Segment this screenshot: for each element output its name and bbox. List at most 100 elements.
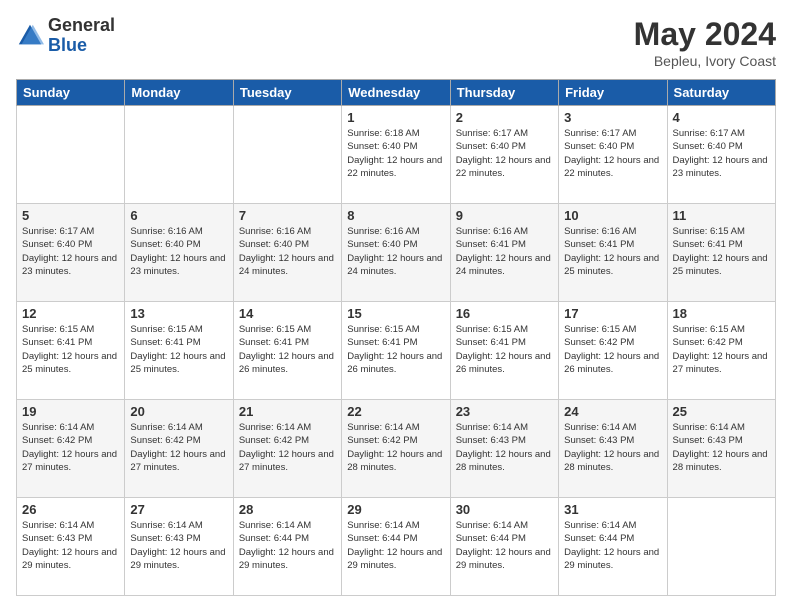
logo-blue: Blue [48, 35, 87, 55]
calendar-cell: 31Sunrise: 6:14 AM Sunset: 6:44 PM Dayli… [559, 498, 667, 596]
calendar-cell [667, 498, 775, 596]
month-title: May 2024 [634, 16, 776, 53]
calendar-cell: 8 Sunrise: 6:16 AM Sunset: 6:40 PM Daylig… [342, 204, 450, 302]
col-thursday: Thursday [450, 80, 558, 106]
calendar-cell: 13 Sunrise: 6:15 AM Sunset: 6:41 PM Dayli… [125, 302, 233, 400]
logo-general: General [48, 15, 115, 35]
calendar-cell: 12 Sunrise: 6:15 AM Sunset: 6:41 PM Dayli… [17, 302, 125, 400]
day-info: Sunrise: 6:14 AM Sunset: 6:43 PM Dayligh… [456, 421, 553, 474]
calendar-cell: 22 Sunrise: 6:14 AM Sunset: 6:42 PM Dayli… [342, 400, 450, 498]
day-number: 27 [130, 502, 227, 517]
calendar-cell: 21Sunrise: 6:14 AM Sunset: 6:42 PM Dayli… [233, 400, 341, 498]
day-info: Sunrise: 6:15 AM Sunset: 6:41 PM Dayligh… [130, 323, 227, 376]
day-info: Sunrise: 6:15 AM Sunset: 6:41 PM Dayligh… [239, 323, 336, 376]
day-info: Sunrise: 6:15 AM Sunset: 6:42 PM Dayligh… [564, 323, 661, 376]
day-info: Sunrise: 6:16 AM Sunset: 6:40 PM Dayligh… [347, 225, 444, 278]
day-number: 20 [130, 404, 227, 419]
day-number: 29 [347, 502, 444, 517]
day-number: 31 [564, 502, 661, 517]
day-number: 4 [673, 110, 770, 125]
col-friday: Friday [559, 80, 667, 106]
day-number: 1 [347, 110, 444, 125]
calendar-cell: 27Sunrise: 6:14 AM Sunset: 6:43 PM Dayli… [125, 498, 233, 596]
calendar-week-0: 1 Sunrise: 6:18 AM Sunset: 6:40 PM Daylig… [17, 106, 776, 204]
day-info: Sunrise: 6:15 AM Sunset: 6:41 PM Dayligh… [673, 225, 770, 278]
col-saturday: Saturday [667, 80, 775, 106]
day-info: Sunrise: 6:16 AM Sunset: 6:40 PM Dayligh… [239, 225, 336, 278]
day-number: 12 [22, 306, 119, 321]
calendar-week-2: 12 Sunrise: 6:15 AM Sunset: 6:41 PM Dayli… [17, 302, 776, 400]
day-number: 16 [456, 306, 553, 321]
day-info: Sunrise: 6:15 AM Sunset: 6:41 PM Dayligh… [22, 323, 119, 376]
title-block: May 2024 Bepleu, Ivory Coast [634, 16, 776, 69]
calendar-week-3: 19Sunrise: 6:14 AM Sunset: 6:42 PM Dayli… [17, 400, 776, 498]
day-number: 3 [564, 110, 661, 125]
calendar-cell: 11 Sunrise: 6:15 AM Sunset: 6:41 PM Dayli… [667, 204, 775, 302]
day-info: Sunrise: 6:14 AM Sunset: 6:43 PM Dayligh… [673, 421, 770, 474]
calendar-cell: 25 Sunrise: 6:14 AM Sunset: 6:43 PM Dayli… [667, 400, 775, 498]
col-wednesday: Wednesday [342, 80, 450, 106]
day-info: Sunrise: 6:14 AM Sunset: 6:43 PM Dayligh… [564, 421, 661, 474]
day-number: 22 [347, 404, 444, 419]
calendar-cell: 4 Sunrise: 6:17 AM Sunset: 6:40 PM Daylig… [667, 106, 775, 204]
day-info: Sunrise: 6:17 AM Sunset: 6:40 PM Dayligh… [564, 127, 661, 180]
calendar-cell: 23 Sunrise: 6:14 AM Sunset: 6:43 PM Dayli… [450, 400, 558, 498]
calendar-cell: 18Sunrise: 6:15 AM Sunset: 6:42 PM Dayli… [667, 302, 775, 400]
calendar-week-1: 5 Sunrise: 6:17 AM Sunset: 6:40 PM Daylig… [17, 204, 776, 302]
calendar-cell: 14 Sunrise: 6:15 AM Sunset: 6:41 PM Dayli… [233, 302, 341, 400]
calendar-cell: 10Sunrise: 6:16 AM Sunset: 6:41 PM Dayli… [559, 204, 667, 302]
calendar-cell: 5 Sunrise: 6:17 AM Sunset: 6:40 PM Daylig… [17, 204, 125, 302]
day-info: Sunrise: 6:14 AM Sunset: 6:42 PM Dayligh… [130, 421, 227, 474]
calendar-cell: 3 Sunrise: 6:17 AM Sunset: 6:40 PM Daylig… [559, 106, 667, 204]
calendar-header-row: Sunday Monday Tuesday Wednesday Thursday… [17, 80, 776, 106]
day-info: Sunrise: 6:16 AM Sunset: 6:41 PM Dayligh… [456, 225, 553, 278]
calendar-cell: 16Sunrise: 6:15 AM Sunset: 6:41 PM Dayli… [450, 302, 558, 400]
day-number: 7 [239, 208, 336, 223]
day-number: 24 [564, 404, 661, 419]
day-info: Sunrise: 6:14 AM Sunset: 6:42 PM Dayligh… [239, 421, 336, 474]
day-info: Sunrise: 6:18 AM Sunset: 6:40 PM Dayligh… [347, 127, 444, 180]
calendar-cell [233, 106, 341, 204]
day-info: Sunrise: 6:17 AM Sunset: 6:40 PM Dayligh… [22, 225, 119, 278]
day-info: Sunrise: 6:17 AM Sunset: 6:40 PM Dayligh… [456, 127, 553, 180]
day-number: 11 [673, 208, 770, 223]
day-number: 9 [456, 208, 553, 223]
calendar-week-4: 26Sunrise: 6:14 AM Sunset: 6:43 PM Dayli… [17, 498, 776, 596]
logo-icon [16, 22, 44, 50]
logo-text: General Blue [48, 16, 115, 56]
calendar-table: Sunday Monday Tuesday Wednesday Thursday… [16, 79, 776, 596]
calendar-cell [17, 106, 125, 204]
calendar-cell: 2 Sunrise: 6:17 AM Sunset: 6:40 PM Daylig… [450, 106, 558, 204]
calendar-cell: 1 Sunrise: 6:18 AM Sunset: 6:40 PM Daylig… [342, 106, 450, 204]
header: General Blue May 2024 Bepleu, Ivory Coas… [16, 16, 776, 69]
day-info: Sunrise: 6:14 AM Sunset: 6:44 PM Dayligh… [347, 519, 444, 572]
day-info: Sunrise: 6:14 AM Sunset: 6:44 PM Dayligh… [239, 519, 336, 572]
day-number: 8 [347, 208, 444, 223]
day-info: Sunrise: 6:15 AM Sunset: 6:41 PM Dayligh… [347, 323, 444, 376]
day-number: 30 [456, 502, 553, 517]
calendar-cell: 29 Sunrise: 6:14 AM Sunset: 6:44 PM Dayli… [342, 498, 450, 596]
calendar-cell [125, 106, 233, 204]
day-number: 14 [239, 306, 336, 321]
day-info: Sunrise: 6:14 AM Sunset: 6:42 PM Dayligh… [22, 421, 119, 474]
day-number: 13 [130, 306, 227, 321]
calendar-cell: 24 Sunrise: 6:14 AM Sunset: 6:43 PM Dayli… [559, 400, 667, 498]
calendar-cell: 9 Sunrise: 6:16 AM Sunset: 6:41 PM Daylig… [450, 204, 558, 302]
day-info: Sunrise: 6:16 AM Sunset: 6:40 PM Dayligh… [130, 225, 227, 278]
calendar-cell: 26Sunrise: 6:14 AM Sunset: 6:43 PM Dayli… [17, 498, 125, 596]
calendar-cell: 19Sunrise: 6:14 AM Sunset: 6:42 PM Dayli… [17, 400, 125, 498]
day-info: Sunrise: 6:14 AM Sunset: 6:42 PM Dayligh… [347, 421, 444, 474]
day-number: 5 [22, 208, 119, 223]
calendar-cell: 7 Sunrise: 6:16 AM Sunset: 6:40 PM Daylig… [233, 204, 341, 302]
day-info: Sunrise: 6:14 AM Sunset: 6:44 PM Dayligh… [456, 519, 553, 572]
day-info: Sunrise: 6:17 AM Sunset: 6:40 PM Dayligh… [673, 127, 770, 180]
col-monday: Monday [125, 80, 233, 106]
calendar-cell: 30 Sunrise: 6:14 AM Sunset: 6:44 PM Dayli… [450, 498, 558, 596]
calendar-cell: 15Sunrise: 6:15 AM Sunset: 6:41 PM Dayli… [342, 302, 450, 400]
day-number: 6 [130, 208, 227, 223]
day-number: 2 [456, 110, 553, 125]
day-number: 25 [673, 404, 770, 419]
day-number: 23 [456, 404, 553, 419]
day-info: Sunrise: 6:16 AM Sunset: 6:41 PM Dayligh… [564, 225, 661, 278]
day-number: 17 [564, 306, 661, 321]
